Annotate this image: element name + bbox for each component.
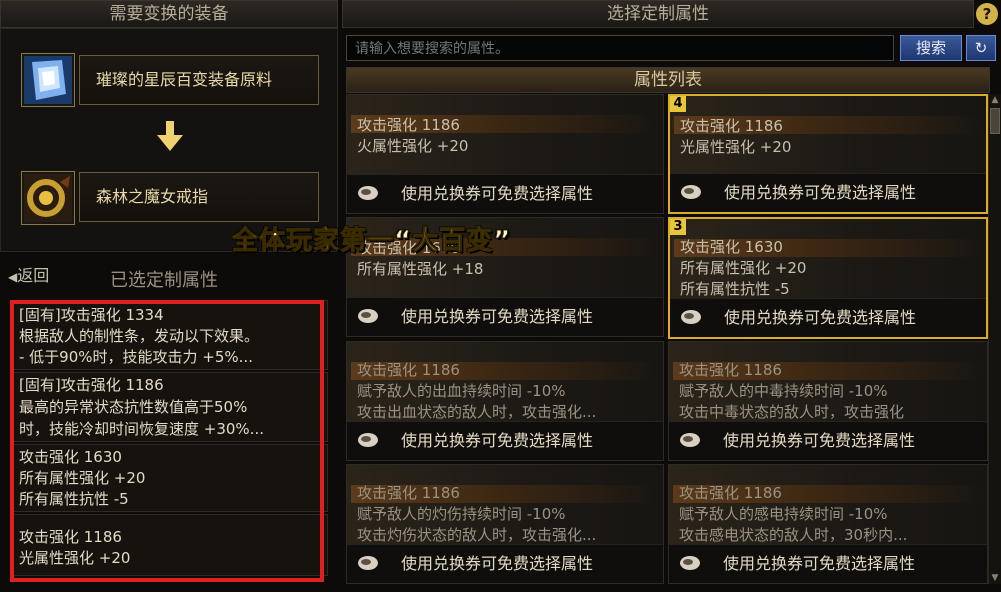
attribute-card[interactable]: 攻击强化 1186 赋予敌人的出血持续时间 -10% 攻击出血状态的敌人时，攻击… [346, 341, 664, 461]
selection-order-badge: 3 [670, 219, 686, 235]
refresh-button[interactable]: ↻ [966, 35, 996, 61]
voucher-text: 使用兑换券可免费选择属性 [723, 431, 916, 450]
voucher-text: 使用兑换券可免费选择属性 [401, 431, 594, 450]
equipment-panel: 璀璨的星辰百变装备原料 森林之魔女戒指 [0, 28, 338, 252]
attribute-line: 攻击强化 1186 [679, 361, 782, 379]
attribute-line: 攻击感电状态的敌人时，30秒内... [679, 526, 908, 544]
selected-attributes-header: 已选定制属性 [110, 270, 218, 291]
overlay-caption: 全体玩家第一“大百变” [231, 226, 512, 257]
attribute-line: 光属性强化 +20 [680, 138, 792, 156]
voucher-icon [680, 556, 700, 570]
attribute-line: 赋予敌人的中毒持续时间 -10% [679, 382, 888, 400]
attribute-line: 攻击强化 1630 [680, 238, 783, 256]
attribute-card-selected[interactable]: 3 攻击强化 1630 所有属性强化 +20 所有属性抗性 -5 使用兑换券可免… [668, 217, 988, 339]
voucher-icon [358, 186, 378, 200]
voucher-text: 使用兑换券可免费选择属性 [401, 554, 594, 573]
voucher-footer[interactable]: 使用兑换券可免费选择属性 [669, 544, 987, 583]
target-item-slot[interactable] [21, 171, 75, 225]
attribute-line: 赋予敌人的灼伤持续时间 -10% [357, 505, 566, 523]
back-arrow-icon: ◀ [8, 270, 18, 284]
voucher-footer[interactable]: 使用兑换券可免费选择属性 [347, 544, 663, 583]
attribute-list-title: 属性列表 [634, 70, 702, 90]
voucher-icon [358, 433, 378, 447]
voucher-footer[interactable]: 使用兑换券可免费选择属性 [669, 421, 987, 460]
highlight-box [10, 300, 324, 582]
attribute-line: 赋予敌人的出血持续时间 -10% [357, 382, 566, 400]
voucher-text: 使用兑换券可免费选择属性 [724, 183, 917, 202]
attribute-line: 所有属性强化 +20 [680, 259, 807, 277]
search-input[interactable] [346, 35, 894, 61]
voucher-icon [681, 185, 701, 199]
attribute-card[interactable]: 攻击强化 1186 赋予敌人的感电持续时间 -10% 攻击感电状态的敌人时，30… [668, 464, 988, 584]
voucher-icon [680, 433, 700, 447]
source-item-name: 璀璨的星辰百变装备原料 [79, 55, 319, 105]
source-item-slot[interactable] [21, 53, 75, 107]
attribute-line: 攻击出血状态的敌人时，攻击强化... [357, 403, 597, 421]
attribute-card[interactable]: 攻击强化 1186 赋予敌人的中毒持续时间 -10% 攻击中毒状态的敌人时，攻击… [668, 341, 988, 461]
attribute-line: 攻击强化 1186 [357, 484, 460, 502]
voucher-icon [681, 310, 701, 324]
left-panel-header: 需要变换的装备 [0, 0, 338, 28]
voucher-footer[interactable]: 使用兑换券可免费选择属性 [347, 174, 663, 213]
attribute-line: 攻击强化 1186 [680, 117, 783, 135]
attribute-list-header: 属性列表 [346, 67, 990, 93]
attribute-line: 攻击强化 1186 [357, 116, 460, 134]
refresh-icon: ↻ [974, 39, 988, 57]
voucher-text: 使用兑换券可免费选择属性 [401, 184, 594, 203]
attribute-card[interactable]: 攻击强化 1186 火属性强化 +20 使用兑换券可免费选择属性 [346, 94, 664, 214]
attribute-line: 攻击灼伤状态的敌人时，攻击强化... [357, 526, 597, 544]
search-button[interactable]: 搜索 [900, 35, 962, 61]
right-panel-title: 选择定制属性 [607, 4, 709, 24]
back-label: 返回 [17, 266, 50, 285]
attribute-line: 火属性强化 +20 [357, 137, 469, 155]
voucher-footer[interactable]: 使用兑换券可免费选择属性 [347, 297, 663, 336]
scroll-thumb[interactable] [990, 108, 1000, 134]
attribute-line: 赋予敌人的感电持续时间 -10% [679, 505, 888, 523]
voucher-icon [358, 309, 378, 323]
voucher-footer[interactable]: 使用兑换券可免费选择属性 [670, 298, 986, 337]
ring-icon [24, 174, 72, 222]
voucher-text: 使用兑换券可免费选择属性 [724, 308, 917, 327]
attribute-card-selected[interactable]: 4 攻击强化 1186 光属性强化 +20 使用兑换券可免费选择属性 [668, 94, 988, 214]
scroll-up-icon[interactable]: ▲ [989, 94, 1001, 106]
selection-order-badge: 4 [670, 96, 686, 112]
attribute-line: 所有属性强化 +18 [357, 260, 484, 278]
attribute-line: 攻击强化 1186 [679, 484, 782, 502]
target-item-name: 森林之魔女戒指 [79, 172, 319, 222]
right-panel-header: 选择定制属性 [342, 0, 974, 28]
down-arrow-icon [157, 121, 183, 151]
crystal-material-icon [24, 56, 72, 104]
help-button[interactable]: ? [976, 3, 998, 25]
scrollbar[interactable]: ▲ ▼ [988, 94, 1001, 584]
voucher-footer[interactable]: 使用兑换券可免费选择属性 [347, 421, 663, 460]
attribute-line: 攻击中毒状态的敌人时，攻击强化 [679, 403, 905, 421]
attribute-line: 所有属性抗性 -5 [680, 280, 790, 298]
back-button[interactable]: ◀返回 [8, 264, 68, 288]
attribute-line: 攻击强化 1186 [357, 361, 460, 379]
voucher-text: 使用兑换券可免费选择属性 [401, 307, 594, 326]
voucher-icon [358, 556, 378, 570]
scroll-down-icon[interactable]: ▼ [989, 572, 1001, 584]
voucher-footer[interactable]: 使用兑换券可免费选择属性 [670, 173, 986, 212]
voucher-text: 使用兑换券可免费选择属性 [723, 554, 916, 573]
attribute-grid: 攻击强化 1186 火属性强化 +20 使用兑换券可免费选择属性 4 攻击强化 … [346, 94, 988, 584]
attribute-card[interactable]: 攻击强化 1186 赋予敌人的灼伤持续时间 -10% 攻击灼伤状态的敌人时，攻击… [346, 464, 664, 584]
